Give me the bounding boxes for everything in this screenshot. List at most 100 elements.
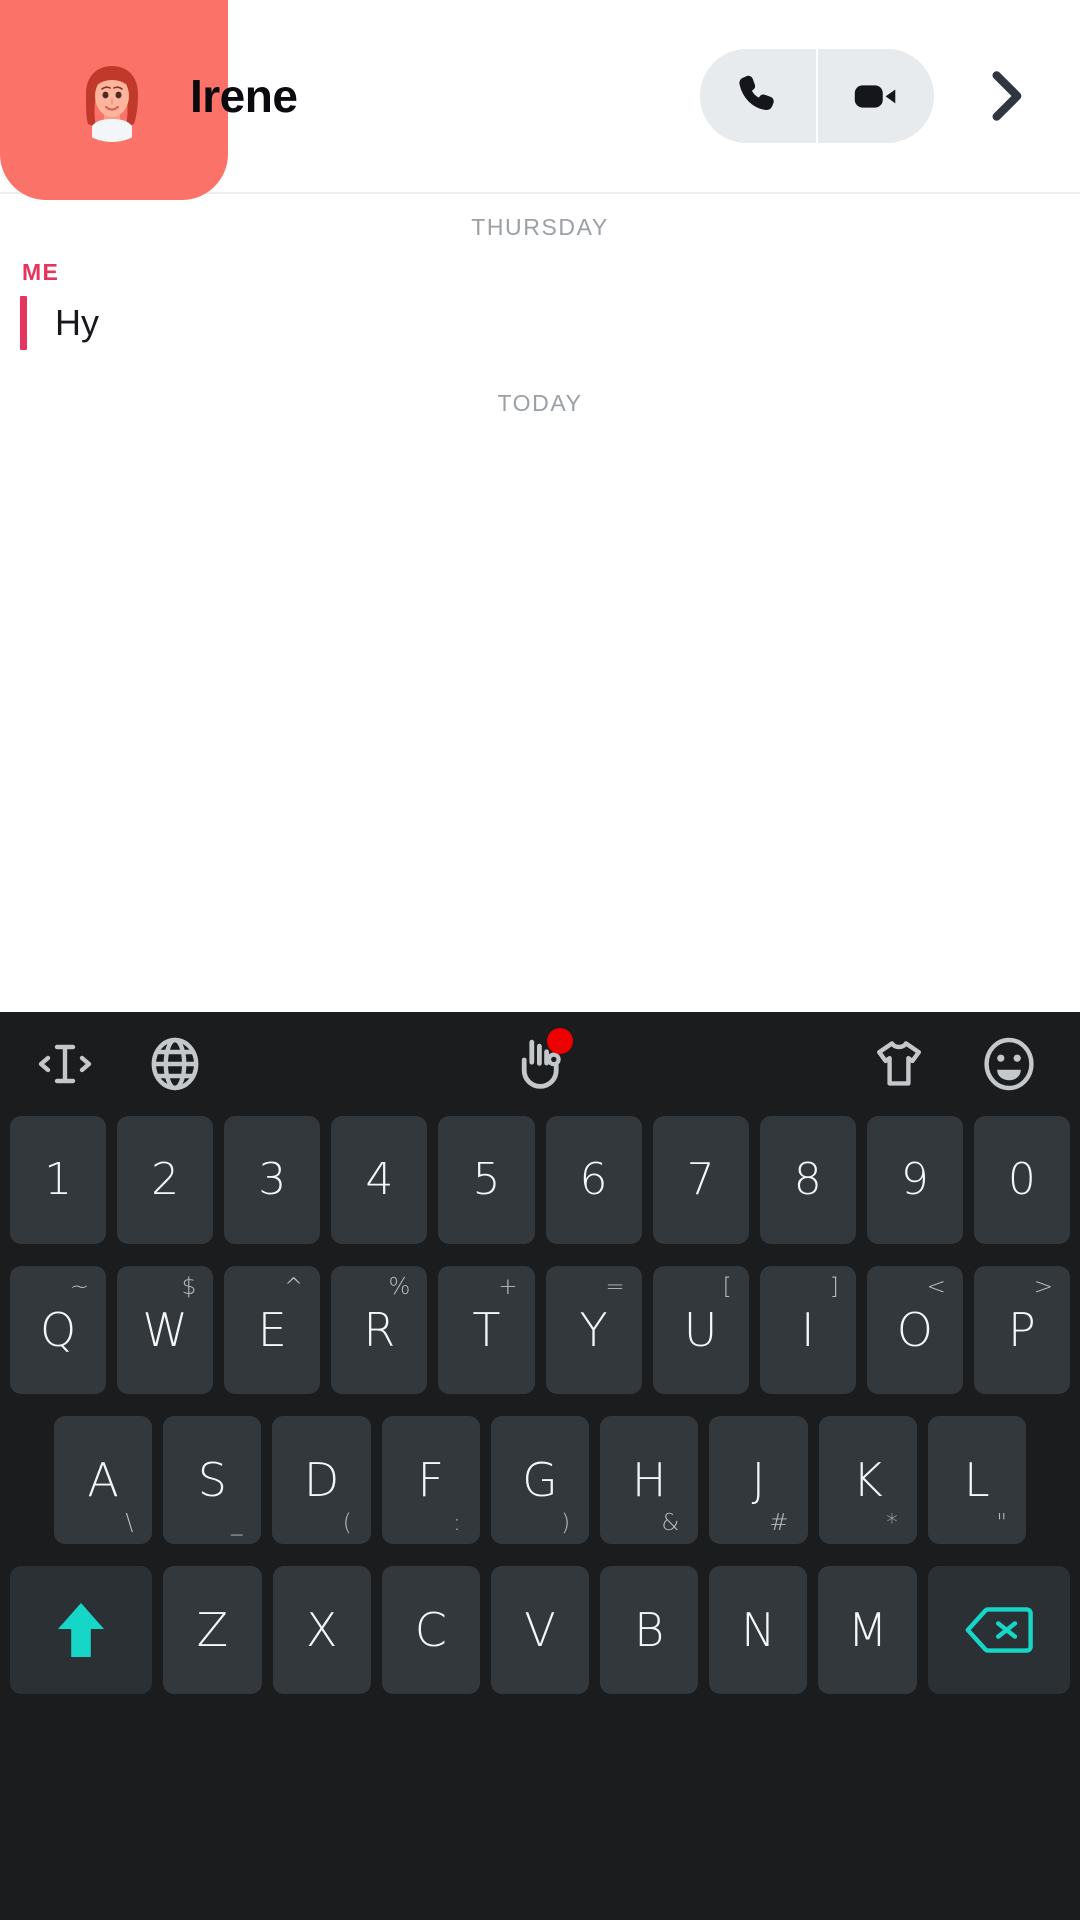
on-screen-keyboard[interactable]: 1 2 3 4 5 6 7 8 9 0 ~ Q $ W ^ E % R + T = Y [U…: [0, 1012, 1080, 1920]
key-alt-label: ~: [69, 1274, 90, 1300]
open-profile-button[interactable]: [960, 49, 1052, 143]
keyboard-row-numbers: 1 2 3 4 5 6 7 8 9 0: [4, 1116, 1076, 1266]
language-button[interactable]: [120, 1012, 230, 1116]
key-5[interactable]: 5: [438, 1116, 535, 1244]
video-camera-icon: [854, 85, 896, 108]
key-s[interactable]: S _: [163, 1416, 262, 1544]
key-label: M: [847, 1603, 888, 1657]
key-label: 5: [472, 1154, 501, 1205]
backspace-key[interactable]: [927, 1566, 1071, 1694]
keyboard-row-top: ~ Q $ W ^ E % R + T = Y [U ] I < O > P: [4, 1266, 1076, 1416]
key-2[interactable]: 2: [117, 1116, 214, 1244]
key-l[interactable]: L ": [927, 1416, 1026, 1544]
key-0[interactable]: 0: [973, 1116, 1070, 1244]
conversation-list[interactable]: THURSDAY ME Hy TODAY: [0, 194, 1080, 1054]
key-alt-label: %: [388, 1274, 411, 1300]
key-alt-label: +: [498, 1274, 518, 1300]
key-alt-label: $: [181, 1274, 197, 1300]
key-9[interactable]: 9: [866, 1116, 963, 1244]
keyboard-row-bottom: Z X C V B N M: [4, 1566, 1076, 1716]
key-label: J: [751, 1453, 766, 1507]
key-label: Z: [196, 1603, 229, 1657]
key-label: E: [257, 1303, 287, 1357]
chevron-right-icon: [992, 71, 1022, 121]
shift-key[interactable]: [9, 1566, 153, 1694]
key-alt-label: \: [125, 1510, 134, 1536]
key-3[interactable]: 3: [224, 1116, 321, 1244]
key-q[interactable]: ~ Q: [10, 1266, 107, 1394]
emoji-button[interactable]: [954, 1012, 1064, 1116]
key-alt-label: :: [453, 1510, 461, 1536]
key-b[interactable]: B: [600, 1566, 699, 1694]
key-p[interactable]: > P: [973, 1266, 1070, 1394]
keyboard-toolbar: [0, 1012, 1080, 1116]
key-w[interactable]: $ W: [117, 1266, 214, 1394]
key-4[interactable]: 4: [331, 1116, 428, 1244]
key-z[interactable]: Z: [163, 1566, 262, 1694]
gesture-typing-button[interactable]: [485, 1012, 595, 1116]
key-label: X: [305, 1603, 338, 1657]
keyboard-row-home: A \ S _ D( F: G) H & J # K * L ": [4, 1416, 1076, 1566]
key-i[interactable]: ] I: [759, 1266, 856, 1394]
key-k[interactable]: K *: [818, 1416, 917, 1544]
key-alt-label: ]: [829, 1274, 839, 1300]
key-a[interactable]: A \: [54, 1416, 153, 1544]
key-7[interactable]: 7: [652, 1116, 749, 1244]
backspace-icon: [965, 1607, 1033, 1653]
key-e[interactable]: ^ E: [224, 1266, 321, 1394]
key-1[interactable]: 1: [10, 1116, 107, 1244]
key-label: 1: [44, 1154, 73, 1205]
key-label: F: [417, 1453, 445, 1507]
bitmoji-avatar[interactable]: [66, 50, 158, 142]
message-text: Hy: [55, 302, 99, 343]
key-label: 9: [900, 1154, 929, 1205]
theme-button[interactable]: [844, 1012, 954, 1116]
key-alt-label: (: [342, 1510, 352, 1536]
text-cursor-button[interactable]: [10, 1012, 120, 1116]
message-group: ME Hy: [0, 241, 1080, 350]
key-label: O: [896, 1303, 933, 1357]
audio-call-button[interactable]: [700, 49, 816, 143]
key-alt-label: #: [769, 1510, 789, 1536]
key-6[interactable]: 6: [545, 1116, 642, 1244]
key-o[interactable]: < O: [866, 1266, 963, 1394]
key-n[interactable]: N: [709, 1566, 808, 1694]
key-alt-label: ^: [284, 1274, 304, 1300]
chat-header: Irene: [0, 0, 1080, 200]
chat-screen: Irene THURSDAY ME Hy TODAY 1 2 3 4 5 6 7…: [0, 0, 1080, 1920]
key-h[interactable]: H &: [600, 1416, 699, 1544]
key-label: C: [414, 1603, 447, 1657]
key-j[interactable]: J #: [709, 1416, 808, 1544]
key-c[interactable]: C: [381, 1566, 480, 1694]
table-row[interactable]: Hy: [0, 296, 1080, 350]
key-label: I: [800, 1303, 815, 1357]
text-cursor-icon: [38, 1044, 92, 1084]
video-call-button[interactable]: [818, 49, 934, 143]
keyboard-rows: 1 2 3 4 5 6 7 8 9 0 ~ Q $ W ^ E % R + T = Y [U…: [0, 1116, 1080, 1920]
emoji-face-icon: [984, 1037, 1034, 1091]
call-actions-pill: [700, 49, 934, 143]
message-sender-label: ME: [22, 259, 60, 285]
avatar[interactable]: [64, 48, 160, 144]
key-label: H: [631, 1453, 667, 1507]
page-title: Irene: [190, 70, 298, 122]
key-label: V: [524, 1603, 556, 1657]
key-f[interactable]: F:: [381, 1416, 480, 1544]
key-r[interactable]: % R: [331, 1266, 428, 1394]
key-x[interactable]: X: [272, 1566, 371, 1694]
key-8[interactable]: 8: [759, 1116, 856, 1244]
key-label: 2: [151, 1154, 180, 1205]
key-d[interactable]: D(: [272, 1416, 371, 1544]
key-g[interactable]: G): [490, 1416, 590, 1544]
key-t[interactable]: + T: [438, 1266, 535, 1394]
key-label: U: [683, 1303, 718, 1357]
key-alt-label: ": [996, 1510, 1007, 1536]
key-label: 8: [793, 1154, 822, 1205]
key-m[interactable]: M: [818, 1566, 917, 1694]
key-alt-label: *: [886, 1510, 898, 1536]
key-alt-label: =: [605, 1274, 625, 1300]
key-label: 4: [365, 1154, 394, 1205]
key-y[interactable]: = Y: [545, 1266, 642, 1394]
key-v[interactable]: V: [490, 1566, 590, 1694]
key-u[interactable]: [U: [652, 1266, 749, 1394]
